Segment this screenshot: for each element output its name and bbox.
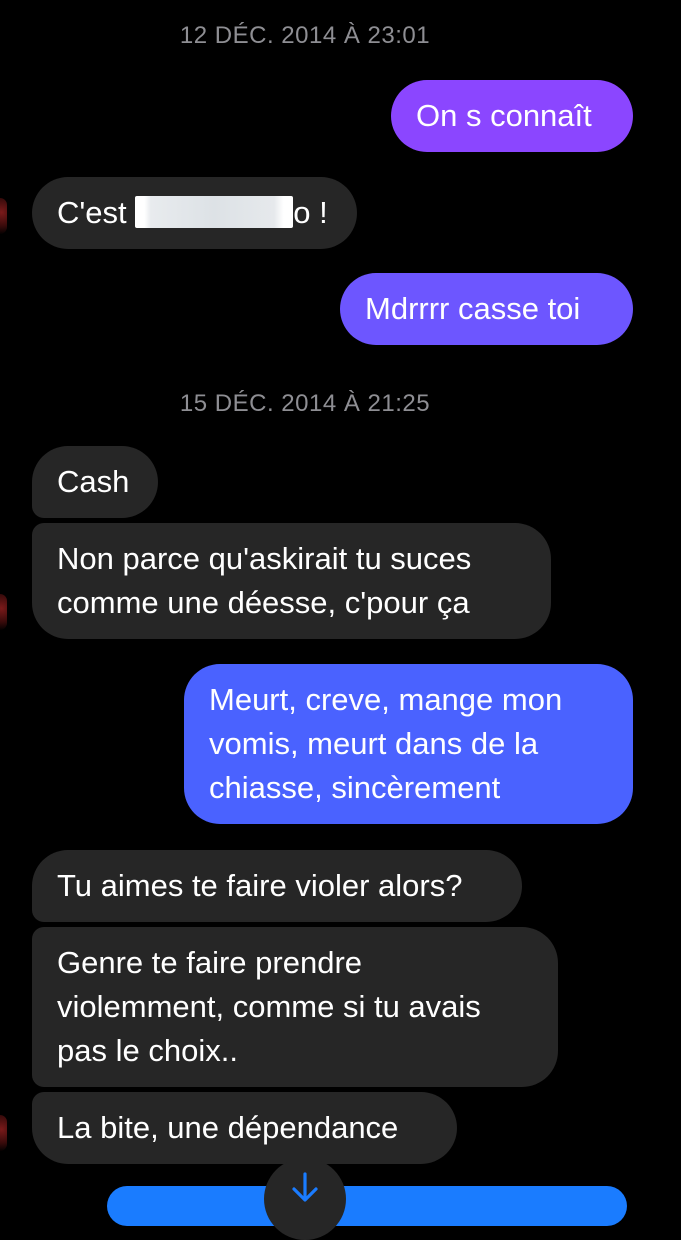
message-bubble-incoming[interactable]: Cash	[32, 446, 158, 518]
message-bubble-incoming[interactable]: C'est o !	[32, 177, 357, 249]
message-line: chiasse, sincèrement	[209, 770, 501, 805]
message-bubble-incoming[interactable]: Tu aimes te faire violer alors?	[32, 850, 522, 922]
message-text: La bite, une dépendance	[57, 1110, 399, 1145]
message-line: violemment, comme si tu avais	[57, 989, 481, 1024]
message-line: pas le choix..	[57, 1033, 238, 1068]
message-text: Cash	[57, 464, 130, 499]
redaction-block	[135, 195, 294, 228]
message-bubble-incoming[interactable]: La bite, une dépendance	[32, 1092, 457, 1164]
message-bubble-incoming[interactable]: Non parce qu'askirait tu suces comme une…	[32, 523, 551, 639]
message-text-after-redaction: o !	[293, 195, 328, 230]
scroll-to-bottom-button[interactable]	[264, 1158, 346, 1240]
message-line: Non parce qu'askirait tu suces	[57, 541, 472, 576]
message-line: Genre te faire prendre	[57, 945, 363, 980]
partial-outgoing-bubble	[107, 1186, 627, 1226]
message-text: On s connaît	[416, 98, 592, 133]
timestamp-dec-15: 15 DÉC. 2014 À 21:25	[179, 390, 431, 417]
contact-avatar[interactable]	[0, 594, 7, 630]
message-line: vomis, meurt dans de la	[209, 726, 539, 761]
message-bubble-outgoing[interactable]: Meurt, creve, mange mon vomis, meurt dan…	[184, 664, 633, 824]
message-text: Tu aimes te faire violer alors?	[57, 868, 463, 903]
message-bubble-outgoing[interactable]: Mdrrrr casse toi	[340, 273, 633, 345]
message-line: comme une déesse, c'pour ça	[57, 585, 470, 620]
message-bubble-outgoing[interactable]: On s connaît	[391, 80, 633, 152]
message-text-before-redaction: C'est	[57, 195, 136, 230]
arrow-down-icon	[288, 1170, 322, 1240]
message-line: Meurt, creve, mange mon	[209, 682, 563, 717]
timestamp-dec-12: 12 DÉC. 2014 À 23:01	[179, 22, 431, 49]
message-text: Mdrrrr casse toi	[365, 291, 581, 326]
contact-avatar[interactable]	[0, 198, 7, 234]
message-bubble-incoming[interactable]: Genre te faire prendre violemment, comme…	[32, 927, 558, 1087]
contact-avatar[interactable]	[0, 1115, 7, 1151]
